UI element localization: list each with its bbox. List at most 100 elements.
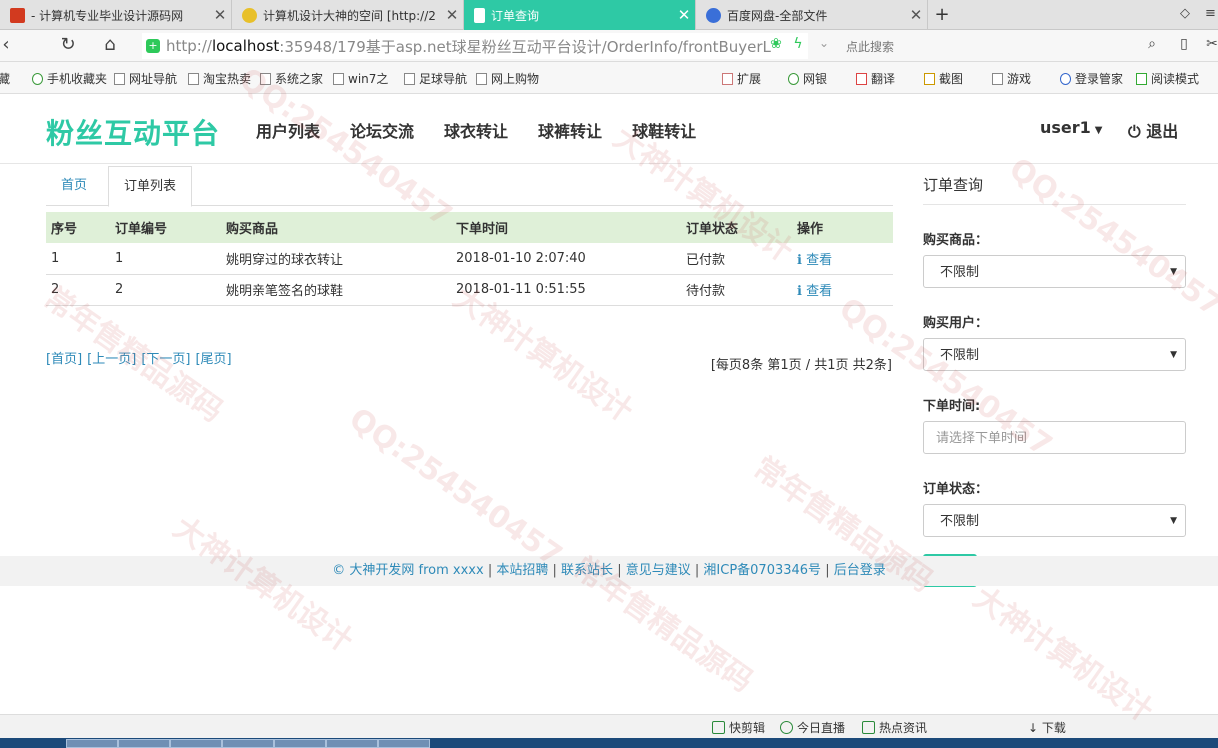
browser-tab-2[interactable]: 计算机设计大神的空间 [http://2 ✕	[232, 0, 464, 30]
status-label: 快剪辑	[729, 721, 766, 735]
close-tab-icon[interactable]: ✕	[209, 6, 231, 24]
address-bar[interactable]: + http://localhost:35948/179基于asp.net球星粉…	[142, 33, 808, 59]
cell-index: 2	[46, 274, 110, 306]
toolbar-screenshot[interactable]: 截图	[924, 70, 963, 87]
info-icon: ℹ	[797, 284, 802, 299]
status-live[interactable]: 今日直播	[780, 719, 845, 736]
bookmark-item[interactable]: 网上购物	[476, 70, 539, 87]
bookmark-item[interactable]: win7之	[333, 70, 388, 87]
pager-prev[interactable]: [上一页]	[87, 348, 136, 367]
pager-last[interactable]: [尾页]	[195, 348, 231, 367]
footer-link-contact[interactable]: 联系站长	[561, 563, 613, 578]
bookmark-item[interactable]: 藏	[0, 70, 10, 87]
nav-shoes-transfer[interactable]: 球鞋转让	[632, 118, 696, 142]
taskbar-app[interactable]	[118, 739, 170, 748]
nav-forum[interactable]: 论坛交流	[350, 118, 414, 142]
phone-icon[interactable]: ▯	[1172, 36, 1196, 52]
taskbar-app[interactable]	[274, 739, 326, 748]
user-menu[interactable]: user1 ▼	[1040, 118, 1103, 137]
watermark-text: QQ:254540457	[342, 401, 569, 574]
toolbar-bank[interactable]: 网银	[788, 70, 827, 87]
footer-link-jobs[interactable]: 本站招聘	[496, 563, 548, 578]
footer-link-feedback[interactable]: 意见与建议	[626, 563, 691, 578]
refresh-page-icon[interactable]: ❀	[764, 36, 788, 52]
view-label: 查看	[806, 252, 833, 268]
browser-tab-title: 百度网盘-全部文件	[727, 8, 828, 23]
tool-label: 阅读模式	[1151, 72, 1200, 86]
back-arrow-icon[interactable]: ‹	[0, 34, 18, 55]
pager-next[interactable]: [下一页]	[141, 348, 190, 367]
status-label: 下载	[1041, 721, 1066, 735]
taskbar-app[interactable]	[66, 739, 118, 748]
close-tab-icon[interactable]: ✕	[673, 6, 695, 24]
browser-tab-3-active[interactable]: 订单查询 ✕	[464, 0, 696, 30]
reload-icon[interactable]: ↻	[56, 34, 80, 55]
browser-tab-4[interactable]: 百度网盘-全部文件 ✕	[696, 0, 928, 30]
menu-icon[interactable]: ≡	[1205, 6, 1216, 21]
bookmark-item[interactable]: 手机收藏夹	[32, 70, 107, 87]
site-logo[interactable]: 粉丝互动平台	[46, 112, 220, 152]
tab-home[interactable]: 首页	[46, 166, 102, 207]
nav-shorts-transfer[interactable]: 球裤转让	[538, 118, 602, 142]
orders-table: 序号 订单编号 购买商品 下单时间 订单状态 操作 1 1 姚明穿过的球衣转让 …	[46, 212, 893, 306]
order-query-panel: 订单查询 购买商品： 不限制 ▼ 购买用户： 不限制 ▼ 下单时间: 请选择下单时间…	[923, 166, 1186, 587]
product-select[interactable]: 不限制 ▼	[923, 255, 1186, 288]
taskbar-app[interactable]	[170, 739, 222, 748]
bookmark-item[interactable]: 系统之家	[260, 70, 323, 87]
toolbar-extensions[interactable]: 扩展	[722, 70, 761, 87]
pager-first[interactable]: [首页]	[46, 348, 82, 367]
new-tab-button[interactable]: +	[932, 4, 952, 25]
col-header-action: 操作	[792, 212, 893, 243]
search-icon[interactable]: ⌕	[1140, 36, 1164, 52]
nav-jersey-transfer[interactable]: 球衣转让	[444, 118, 508, 142]
screenshot-icon	[924, 72, 935, 85]
bookmark-item[interactable]: 网址导航	[114, 70, 177, 87]
tab-order-list[interactable]: 订单列表	[108, 166, 193, 207]
lightning-icon[interactable]: ϟ	[786, 36, 810, 52]
toolbar-translate[interactable]: 翻译	[856, 70, 895, 87]
dropdown-chevron-icon[interactable]: ⌄	[812, 36, 836, 50]
bookmark-item[interactable]: 足球导航	[404, 70, 467, 87]
skin-icon[interactable]: ◇	[1180, 6, 1190, 21]
browser-tab-bar: - 计算机专业毕业设计源码网 ✕ 计算机设计大神的空间 [http://2 ✕ …	[0, 0, 1218, 30]
url-host: localhost	[211, 37, 280, 55]
taskbar-app[interactable]	[378, 739, 430, 748]
secure-shield-icon: +	[146, 39, 160, 53]
tool-label: 登录管家	[1075, 72, 1124, 86]
scissors-icon[interactable]: ✂	[1200, 36, 1218, 52]
news-icon	[862, 721, 875, 734]
taskbar-app[interactable]	[222, 739, 274, 748]
page-favicon-icon	[474, 7, 485, 23]
toolbar-login-manager[interactable]: 登录管家	[1060, 70, 1123, 87]
close-tab-icon[interactable]: ✕	[441, 6, 463, 24]
browser-tab-title: 订单查询	[491, 8, 540, 23]
panel-title: 订单查询	[923, 166, 1186, 205]
taskbar-app[interactable]	[326, 739, 378, 748]
cell-order-no: 1	[110, 243, 221, 275]
close-tab-icon[interactable]: ✕	[905, 6, 927, 24]
footer-link-admin-login[interactable]: 后台登录	[834, 563, 886, 578]
nav-user-list[interactable]: 用户列表	[256, 118, 320, 142]
status-quick-clip[interactable]: 快剪辑	[712, 719, 765, 736]
toolbar-reader-mode[interactable]: 阅读模式	[1136, 70, 1199, 87]
buyer-select[interactable]: 不限制 ▼	[923, 338, 1186, 371]
status-select[interactable]: 不限制 ▼	[923, 504, 1186, 537]
order-time-input[interactable]: 请选择下单时间	[923, 421, 1186, 454]
cell-product: 姚明亲笔签名的球鞋	[221, 274, 451, 306]
logout-button[interactable]: ⏻ 退出	[1128, 118, 1178, 142]
bookmark-item[interactable]: 淘宝热卖	[188, 70, 251, 87]
divider: |	[825, 563, 830, 578]
page-icon	[260, 72, 271, 85]
tool-label: 游戏	[1007, 72, 1032, 86]
search-input[interactable]: 点此搜索	[838, 33, 1138, 59]
toolbar-games[interactable]: 游戏	[992, 70, 1031, 87]
footer-link-icp[interactable]: 湘ICP备0703346号	[703, 563, 821, 578]
browser-tab-1[interactable]: - 计算机专业毕业设计源码网 ✕	[0, 0, 232, 30]
view-order-link[interactable]: ℹ 查看	[797, 284, 832, 299]
home-icon[interactable]: ⌂	[98, 34, 122, 55]
status-news[interactable]: 热点资讯	[862, 719, 927, 736]
view-order-link[interactable]: ℹ 查看	[797, 253, 832, 268]
cloud-favicon-icon	[706, 7, 721, 23]
url-prefix: http://	[166, 37, 212, 55]
status-download[interactable]: ↓ 下载	[1028, 719, 1066, 736]
